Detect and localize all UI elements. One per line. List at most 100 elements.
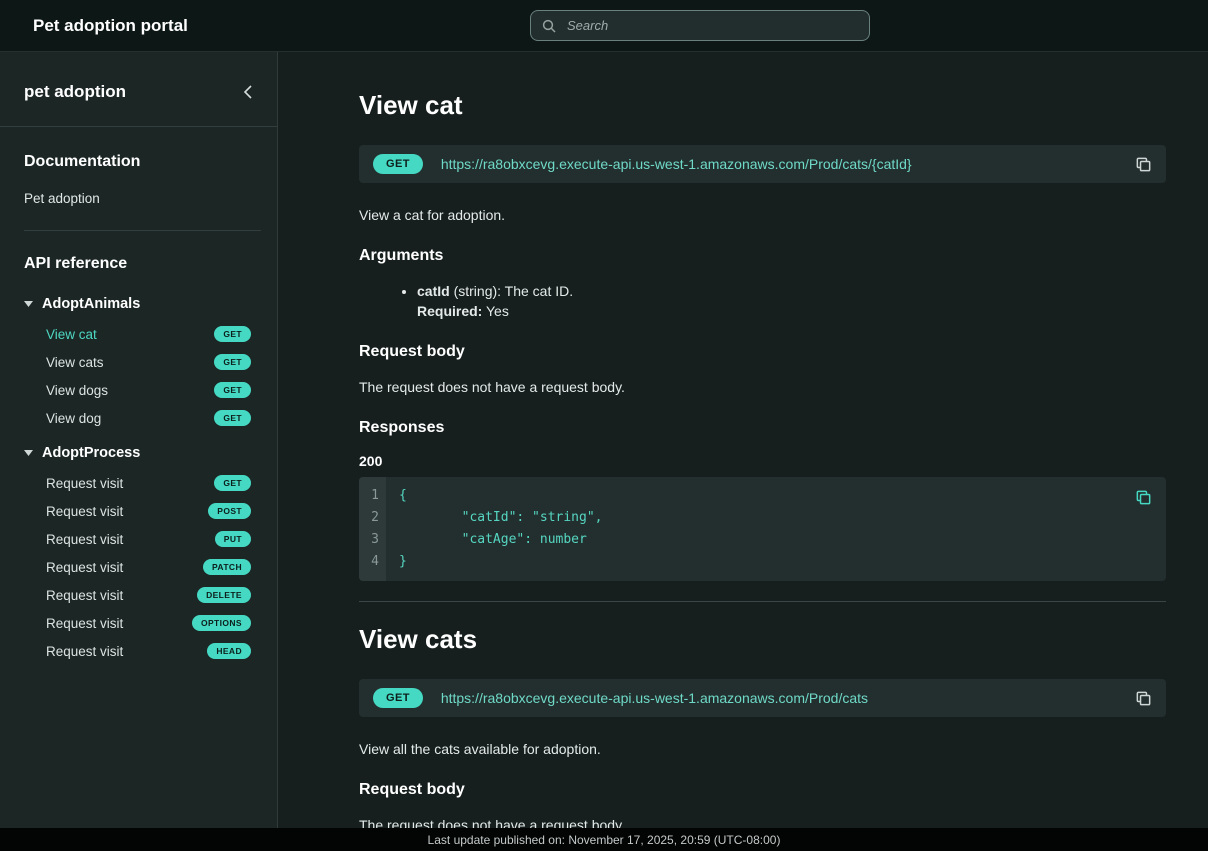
sidebar-item-label: View dog — [46, 411, 101, 426]
app-root: Pet adoption portal pet adoption Documen… — [0, 0, 1208, 851]
operation-title: View cats — [359, 624, 1166, 655]
main-content[interactable]: View cat GET https://ra8obxcevg.execute-… — [278, 52, 1208, 851]
sidebar-item-label: View dogs — [46, 383, 108, 398]
line-number: 2 — [359, 507, 386, 529]
argument-required-label: Required: — [417, 303, 482, 319]
arguments-heading: Arguments — [359, 247, 1166, 265]
caret-down-icon — [24, 301, 33, 307]
method-badge: OPTIONS — [192, 615, 251, 631]
endpoint-url[interactable]: https://ra8obxcevg.execute-api.us-west-1… — [441, 690, 1117, 706]
copy-icon — [1135, 489, 1152, 506]
operation-title: View cat — [359, 90, 1166, 121]
copy-url-button[interactable] — [1135, 690, 1152, 707]
copy-icon — [1135, 690, 1152, 707]
sidebar-group-toggle-adoptprocess[interactable]: AdoptProcess — [0, 440, 277, 469]
sidebar-group-adoptprocess: AdoptProcess Request visit GET Request v… — [0, 440, 277, 665]
chevron-left-icon — [243, 85, 253, 99]
argument-item: catId (string): The cat ID. Required: Ye… — [417, 281, 1166, 321]
sidebar-item-request-visit-patch[interactable]: Request visit PATCH — [0, 553, 277, 581]
portal-title: Pet adoption portal — [0, 16, 188, 36]
method-pill: GET — [373, 688, 423, 708]
sidebar-item-view-cats[interactable]: View cats GET — [0, 348, 277, 376]
code-line: "catAge": number — [399, 529, 1166, 551]
sidebar-item-request-visit-delete[interactable]: Request visit DELETE — [0, 581, 277, 609]
sidebar-item-label: View cats — [46, 355, 104, 370]
sidebar-item-request-visit-get[interactable]: Request visit GET — [0, 469, 277, 497]
sidebar-item-request-visit-put[interactable]: Request visit PUT — [0, 525, 277, 553]
method-badge: GET — [214, 382, 251, 398]
endpoint-url[interactable]: https://ra8obxcevg.execute-api.us-west-1… — [441, 156, 1117, 172]
request-body-heading: Request body — [359, 343, 1166, 361]
method-badge: PATCH — [203, 559, 251, 575]
response-status-code: 200 — [359, 453, 1166, 469]
caret-down-icon — [24, 450, 33, 456]
search-input[interactable] — [565, 17, 858, 34]
search-box[interactable] — [530, 10, 870, 41]
operation-view-cats: View cats GET https://ra8obxcevg.execute… — [359, 624, 1166, 835]
argument-desc: (string): The cat ID. — [450, 283, 573, 299]
request-body-text: The request does not have a request body… — [359, 377, 1166, 397]
sidebar-item-label: Request visit — [46, 504, 123, 519]
endpoint-bar: GET https://ra8obxcevg.execute-api.us-we… — [359, 145, 1166, 183]
code-line-numbers: 1 2 3 4 — [359, 477, 386, 581]
sidebar-item-pet-adoption[interactable]: Pet adoption — [24, 191, 253, 206]
request-body-heading: Request body — [359, 781, 1166, 799]
sidebar-title: pet adoption — [24, 82, 126, 102]
line-number: 1 — [359, 485, 386, 507]
sidebar-item-label: Request visit — [46, 560, 123, 575]
group-label: AdoptProcess — [42, 445, 140, 461]
method-badge: GET — [214, 475, 251, 491]
api-reference-section: API reference AdoptAnimals View cat GET — [0, 231, 277, 665]
footer: Last update published on: November 17, 2… — [0, 828, 1208, 851]
top-header: Pet adoption portal — [0, 0, 1208, 52]
method-badge: GET — [214, 410, 251, 426]
sidebar-group-toggle-adoptanimals[interactable]: AdoptAnimals — [0, 291, 277, 320]
method-badge: DELETE — [197, 587, 251, 603]
sidebar-collapse-button[interactable] — [241, 83, 255, 101]
sidebar-item-label: Request visit — [46, 616, 123, 631]
copy-icon — [1135, 156, 1152, 173]
line-number: 3 — [359, 529, 386, 551]
sidebar-item-request-visit-options[interactable]: Request visit OPTIONS — [0, 609, 277, 637]
code-lines: { "catId": "string", "catAge": number } — [386, 477, 1166, 581]
method-pill: GET — [373, 154, 423, 174]
argument-required-value: Yes — [486, 303, 509, 319]
method-badge: POST — [208, 503, 251, 519]
sidebar-group-adoptanimals: AdoptAnimals View cat GET View cats GET … — [0, 291, 277, 432]
arguments-list: catId (string): The cat ID. Required: Ye… — [359, 281, 1166, 321]
sidebar-item-view-cat[interactable]: View cat GET — [0, 320, 277, 348]
sidebar-item-view-dog[interactable]: View dog GET — [0, 404, 277, 432]
operation-description: View all the cats available for adoption… — [359, 739, 1166, 759]
sidebar: pet adoption Documentation Pet adoption … — [0, 52, 278, 851]
copy-code-button[interactable] — [1135, 489, 1152, 506]
code-line: } — [399, 551, 1166, 573]
endpoint-bar: GET https://ra8obxcevg.execute-api.us-we… — [359, 679, 1166, 717]
sidebar-item-view-dogs[interactable]: View dogs GET — [0, 376, 277, 404]
operation-description: View a cat for adoption. — [359, 205, 1166, 225]
sidebar-item-request-visit-head[interactable]: Request visit HEAD — [0, 637, 277, 665]
operation-view-cat: View cat GET https://ra8obxcevg.execute-… — [359, 90, 1166, 581]
footer-text: Last update published on: November 17, 2… — [428, 833, 781, 847]
sidebar-item-label: Request visit — [46, 588, 123, 603]
method-badge: GET — [214, 326, 251, 342]
sidebar-item-label: Request visit — [46, 532, 123, 547]
sidebar-item-label: Request visit — [46, 644, 123, 659]
api-reference-heading: API reference — [24, 255, 253, 273]
line-number: 4 — [359, 551, 386, 573]
documentation-section: Documentation Pet adoption — [0, 127, 277, 230]
search-icon — [542, 19, 556, 33]
sidebar-item-request-visit-post[interactable]: Request visit POST — [0, 497, 277, 525]
copy-url-button[interactable] — [1135, 156, 1152, 173]
responses-heading: Responses — [359, 419, 1166, 437]
argument-name: catId — [417, 283, 450, 299]
sidebar-header: pet adoption — [0, 52, 277, 126]
sidebar-item-label: View cat — [46, 327, 97, 342]
operation-divider — [359, 601, 1166, 602]
method-badge: PUT — [215, 531, 251, 547]
group-label: AdoptAnimals — [42, 296, 140, 312]
code-line: "catId": "string", — [399, 507, 1166, 529]
body-row: pet adoption Documentation Pet adoption … — [0, 52, 1208, 851]
method-badge: HEAD — [207, 643, 251, 659]
code-line: { — [399, 485, 1166, 507]
response-code-block: 1 2 3 4 { "catId": "string", "catAge": n… — [359, 477, 1166, 581]
